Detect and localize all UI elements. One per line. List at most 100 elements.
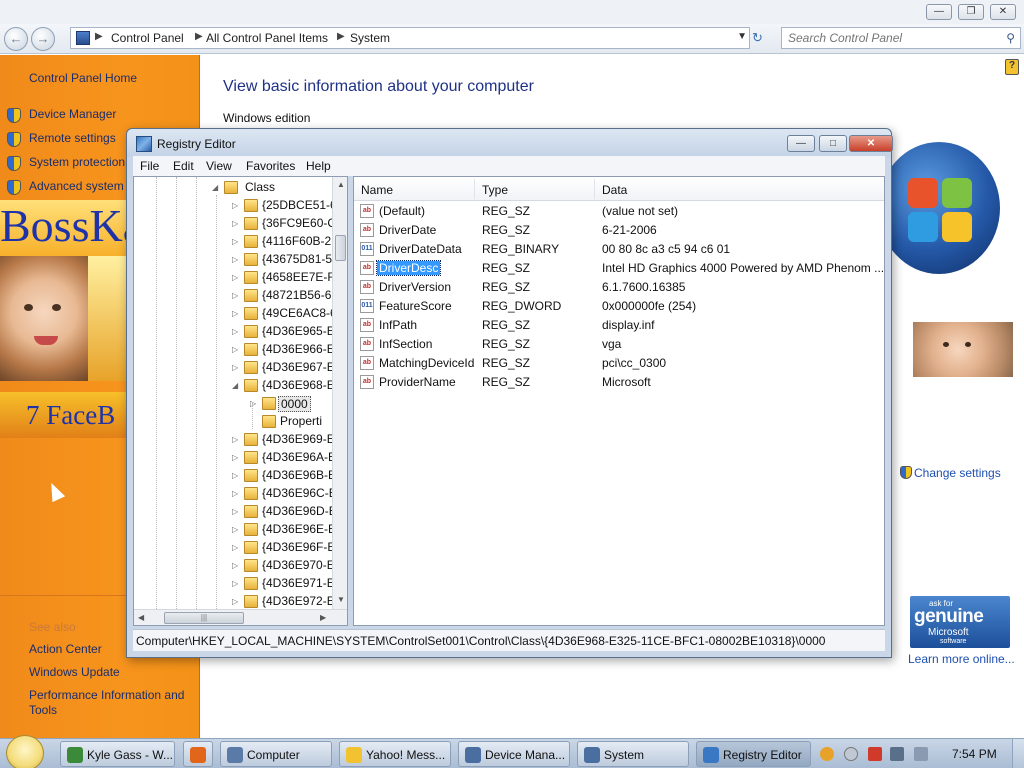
regedit-minimize-button[interactable]: — bbox=[787, 135, 815, 152]
expand-icon[interactable]: ▷ bbox=[232, 525, 238, 534]
value-name[interactable]: DriverDesc bbox=[375, 260, 442, 276]
collapse-icon[interactable]: ◢ bbox=[232, 381, 238, 390]
tree-vertical-scrollbar[interactable]: ▲ ▼ bbox=[332, 177, 347, 609]
table-row[interactable]: ab DriverDate REG_SZ 6-21-2006 bbox=[354, 221, 884, 240]
registry-editor-titlebar[interactable]: Registry Editor — □ ✕ bbox=[127, 129, 893, 157]
action-center-tray-icon[interactable] bbox=[844, 747, 858, 761]
taskbar-button[interactable]: Yahoo! Mess... bbox=[339, 741, 451, 767]
menu-help[interactable]: Help bbox=[306, 159, 331, 173]
taskbar-button[interactable]: Computer bbox=[220, 741, 332, 767]
breadcrumb-all-items[interactable]: All Control Panel Items bbox=[206, 31, 328, 45]
expand-icon[interactable]: ▷ bbox=[232, 345, 238, 354]
flag-tray-icon[interactable] bbox=[890, 747, 904, 761]
device-manager-link[interactable]: Device Manager bbox=[29, 107, 116, 121]
learn-more-link[interactable]: Learn more online... bbox=[908, 652, 1015, 666]
genuine-microsoft-badge[interactable]: ask for genuine Microsoft software bbox=[910, 596, 1010, 648]
expand-icon[interactable]: ▷ bbox=[232, 435, 238, 444]
change-settings-link[interactable]: Change settings bbox=[900, 466, 1001, 480]
address-bar[interactable]: ▶ Control Panel ▶ All Control Panel Item… bbox=[70, 27, 750, 49]
column-header-type[interactable]: Type bbox=[482, 183, 508, 197]
regedit-close-button[interactable]: ✕ bbox=[849, 135, 893, 152]
expand-icon[interactable]: ▷ bbox=[232, 579, 238, 588]
breadcrumb-control-panel[interactable]: Control Panel bbox=[111, 31, 184, 45]
expand-icon[interactable]: ▷ bbox=[232, 561, 238, 570]
expand-icon[interactable]: ▷ bbox=[232, 327, 238, 336]
address-dropdown-icon[interactable]: ▼ bbox=[737, 31, 747, 42]
value-name[interactable]: ProviderName bbox=[377, 375, 458, 389]
advanced-system-link[interactable]: Advanced system bbox=[29, 179, 124, 193]
taskbar-button[interactable] bbox=[183, 741, 213, 767]
scroll-down-icon[interactable]: ▼ bbox=[337, 595, 345, 604]
search-icon[interactable]: ⚲ bbox=[1006, 31, 1015, 45]
forward-button[interactable]: → bbox=[31, 27, 55, 51]
search-input[interactable] bbox=[782, 28, 982, 48]
table-row[interactable]: ab MatchingDeviceId REG_SZ pci\cc_0300 bbox=[354, 354, 884, 373]
expand-icon[interactable]: ▷ bbox=[250, 399, 256, 408]
tree-horizontal-scrollbar[interactable]: ◀ ||| ▶ bbox=[134, 609, 347, 625]
registry-value-list[interactable]: Name Type Data ab (Default) REG_SZ (value n… bbox=[353, 176, 885, 626]
show-desktop-button[interactable] bbox=[1012, 739, 1024, 768]
table-row[interactable]: 011 FeatureScore REG_DWORD 0x000000fe (254) bbox=[354, 297, 884, 316]
expand-icon[interactable]: ▷ bbox=[232, 219, 238, 228]
table-row[interactable]: 011 DriverDateData REG_BINARY 00 80 8c a3 c… bbox=[354, 240, 884, 259]
performance-info-link[interactable]: Performance Information and bbox=[29, 688, 184, 702]
expand-icon[interactable]: ▷ bbox=[232, 471, 238, 480]
value-name[interactable]: (Default) bbox=[377, 204, 427, 218]
value-name[interactable]: InfSection bbox=[377, 337, 434, 351]
value-name[interactable]: FeatureScore bbox=[377, 299, 454, 313]
menu-view[interactable]: View bbox=[206, 159, 232, 173]
column-header-name[interactable]: Name bbox=[361, 183, 393, 197]
scroll-left-icon[interactable]: ◀ bbox=[138, 613, 144, 622]
change-settings-label[interactable]: Change settings bbox=[914, 466, 1001, 480]
table-row[interactable]: ab DriverDesc REG_SZ Intel HD Graphics 4000… bbox=[354, 259, 884, 278]
regedit-maximize-button[interactable]: □ bbox=[819, 135, 847, 152]
close-button[interactable]: ✕ bbox=[990, 4, 1016, 20]
clock[interactable]: 7:54 PM bbox=[952, 747, 997, 761]
scroll-up-icon[interactable]: ▲ bbox=[337, 180, 345, 189]
start-button[interactable] bbox=[6, 735, 44, 768]
back-button[interactable]: ← bbox=[4, 27, 28, 51]
windows-update-link[interactable]: Windows Update bbox=[29, 665, 120, 679]
registry-key-tree[interactable]: ◢ Class ▷ {25DBCE51-6 ▷ {36FC9E60-C ▷ {4116F6… bbox=[133, 176, 348, 626]
column-header-data[interactable]: Data bbox=[602, 183, 627, 197]
network-tray-icon[interactable] bbox=[868, 747, 882, 761]
expand-icon[interactable]: ▷ bbox=[232, 597, 238, 606]
help-icon[interactable]: ? bbox=[1005, 59, 1019, 75]
control-panel-home-link[interactable]: Control Panel Home bbox=[29, 71, 137, 85]
value-name[interactable]: DriverDate bbox=[377, 223, 438, 237]
expand-icon[interactable]: ▷ bbox=[232, 255, 238, 264]
breadcrumb-separator-icon[interactable]: ▶ bbox=[195, 31, 203, 42]
refresh-icon[interactable]: ↻ bbox=[752, 30, 763, 46]
performance-tools-link[interactable]: Tools bbox=[29, 703, 57, 717]
expand-icon[interactable]: ▷ bbox=[232, 489, 238, 498]
scroll-right-icon[interactable]: ▶ bbox=[320, 613, 326, 622]
table-row[interactable]: ab DriverVersion REG_SZ 6.1.7600.16385 bbox=[354, 278, 884, 297]
expand-icon[interactable]: ▷ bbox=[232, 543, 238, 552]
system-protection-link[interactable]: System protection bbox=[29, 155, 125, 169]
restore-button[interactable]: ❐ bbox=[958, 4, 984, 20]
breadcrumb-system[interactable]: System bbox=[350, 31, 390, 45]
expand-icon[interactable]: ▷ bbox=[232, 237, 238, 246]
expand-icon[interactable]: ▷ bbox=[232, 507, 238, 516]
expand-icon[interactable]: ▷ bbox=[232, 273, 238, 282]
expand-icon[interactable]: ▷ bbox=[232, 291, 238, 300]
search-box[interactable]: ⚲ bbox=[781, 27, 1021, 49]
search-tray-icon[interactable] bbox=[820, 747, 834, 761]
table-row[interactable]: ab ProviderName REG_SZ Microsoft bbox=[354, 373, 884, 392]
tree-vertical-scroll-thumb[interactable] bbox=[335, 235, 346, 261]
expand-icon[interactable]: ▷ bbox=[232, 363, 238, 372]
taskbar-button[interactable]: Kyle Gass - W... bbox=[60, 741, 175, 767]
remote-settings-link[interactable]: Remote settings bbox=[29, 131, 116, 145]
menu-file[interactable]: File bbox=[140, 159, 159, 173]
taskbar-button[interactable]: Device Mana... bbox=[458, 741, 570, 767]
minimize-button[interactable]: — bbox=[926, 4, 952, 20]
expand-icon[interactable]: ▷ bbox=[232, 453, 238, 462]
table-row[interactable]: ab InfPath REG_SZ display.inf bbox=[354, 316, 884, 335]
tree-horizontal-scroll-thumb[interactable]: ||| bbox=[164, 612, 244, 624]
collapse-icon[interactable]: ◢ bbox=[212, 183, 218, 192]
expand-icon[interactable]: ▷ bbox=[232, 309, 238, 318]
table-row[interactable]: ab InfSection REG_SZ vga bbox=[354, 335, 884, 354]
taskbar-button[interactable]: System bbox=[577, 741, 689, 767]
value-name[interactable]: DriverVersion bbox=[377, 280, 453, 294]
value-name[interactable]: DriverDateData bbox=[377, 242, 464, 256]
